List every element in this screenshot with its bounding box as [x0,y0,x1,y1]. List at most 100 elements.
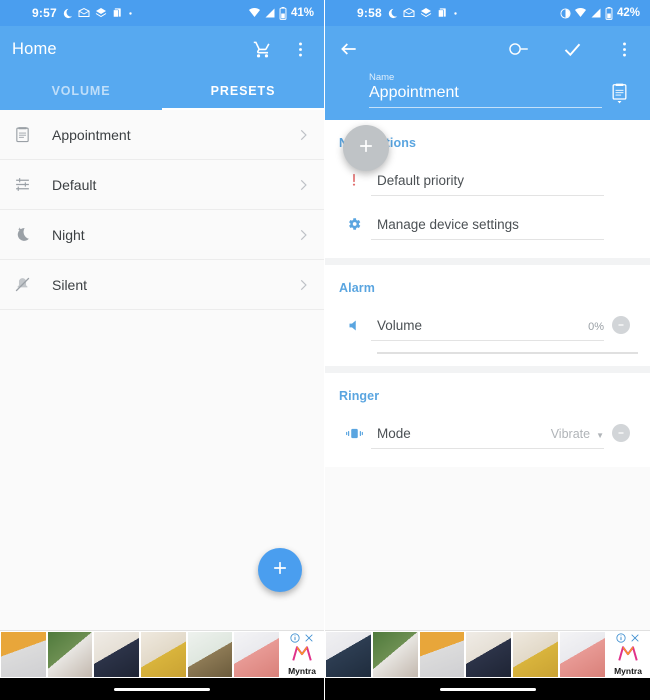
add-preset-fab[interactable] [258,548,302,592]
row-value: 0% [588,321,604,333]
row-label: Manage device settings [377,217,519,232]
right-status-bar: 9:58 42% [325,0,650,26]
row-manage-device-settings[interactable]: Manage device settings [325,202,650,246]
check-icon[interactable] [560,37,584,61]
home-pill-icon[interactable] [439,687,536,691]
row-alarm-volume[interactable]: Volume 0% [325,303,650,347]
list-item-night[interactable]: Night [0,210,324,260]
ad-image [187,632,233,677]
name-field[interactable]: Name Appointment [369,72,602,108]
ad-images [0,631,280,678]
row-ringer-mode[interactable]: Mode Vibrate ▼ [325,411,650,455]
ad-image [466,632,512,677]
back-arrow-icon[interactable] [337,37,361,61]
editor-sections: Notifications Default priority Mana [325,120,650,467]
status-bar-right: 42% [560,6,640,20]
close-icon[interactable] [304,633,314,645]
clipboard-dropdown-icon[interactable] [602,83,636,108]
add-rule-fab[interactable] [343,125,389,171]
plus-icon [270,558,290,583]
moon-icon [387,8,398,19]
ad-controls[interactable] [290,633,314,645]
remove-alarm-volume-button[interactable] [604,316,638,334]
ad-controls[interactable] [616,633,640,645]
ad-brand-name: Myntra [288,666,316,676]
left-status-bar: 9:57 41% [0,0,324,26]
left-nav-bar [0,678,324,700]
screenshot-root: 9:57 41% Home VOLUME PRESETS Appointment… [0,0,650,700]
volume-icon [337,318,371,333]
row-value[interactable]: Vibrate [551,427,590,441]
ad-image [47,632,93,677]
minus-icon[interactable] [612,316,630,334]
chevron-right-icon [296,278,310,292]
name-field-caption: Name [369,72,395,83]
list-item-default[interactable]: Default [0,160,324,210]
copy-icon [437,7,448,19]
right-app-bar: Name Appointment [325,26,650,120]
ad-brand[interactable]: Myntra [280,631,324,678]
ad-image [513,632,559,677]
status-bar-left: 9:57 [10,6,133,20]
battery-icon [605,6,613,20]
row-body: Volume 0% [371,309,604,341]
vibrate-icon [337,426,371,441]
row-label: Volume [377,318,423,333]
dot-icon [128,11,133,16]
row-body: Manage device settings [371,208,604,240]
list-item-appointment[interactable]: Appointment [0,110,324,160]
ad-images [325,631,606,678]
tab-bar: VOLUME PRESETS [0,72,324,110]
myntra-logo-icon [292,645,312,665]
status-bar-clock: 9:58 [357,6,382,20]
ad-image [372,632,418,677]
name-field-value[interactable]: Appointment [369,84,602,108]
list-item-silent[interactable]: Silent [0,260,324,310]
remove-ringer-mode-button[interactable] [604,424,638,442]
section-title: Alarm [339,281,375,295]
row-body: Default priority [371,164,604,196]
right-nav-bar [325,678,650,700]
status-bar-clock: 9:57 [32,6,57,20]
home-pill-icon[interactable] [114,687,210,691]
battery-percent: 42% [616,7,640,19]
ad-brand[interactable]: Myntra [606,631,650,678]
ad-image [141,632,186,677]
signal-icon [264,7,276,19]
priority-icon [337,172,371,188]
copy-icon [112,7,123,19]
status-bar-right: 41% [248,6,314,20]
contrast-icon [560,7,571,19]
ad-image [234,632,280,677]
list-item-label: Default [52,176,97,193]
close-icon[interactable] [630,633,640,645]
info-icon[interactable] [616,633,626,645]
ad-brand-name: Myntra [614,666,642,676]
info-icon[interactable] [290,633,300,645]
ad-image [326,632,371,677]
mail-icon [78,7,90,19]
chevron-down-icon[interactable]: ▼ [596,431,604,440]
battery-icon [279,6,287,20]
left-app-bar: Home VOLUME PRESETS [0,26,324,110]
tab-volume[interactable]: VOLUME [0,72,162,110]
list-item-label: Silent [52,276,88,293]
right-screen: 9:58 42% Name Appointment Default priori… [325,0,650,700]
right-ad-banner[interactable]: Myntra [325,630,650,678]
layers-icon [95,7,107,19]
alarm-volume-slider[interactable] [377,352,638,354]
list-item-label: Night [52,226,85,243]
moon-icon [14,226,44,243]
toggle-switch-icon[interactable] [508,37,532,61]
left-ad-banner[interactable]: Myntra [0,630,324,678]
minus-icon[interactable] [612,424,630,442]
section-alarm: Alarm Volume 0% [325,265,650,366]
cart-icon[interactable] [250,37,274,61]
tab-presets[interactable]: PRESETS [162,72,324,110]
overflow-menu-icon[interactable] [612,37,636,61]
overflow-menu-icon[interactable] [288,37,312,61]
left-screen: 9:57 41% Home VOLUME PRESETS Appointment… [0,0,325,700]
signal-icon [590,7,602,19]
chevron-right-icon [296,228,310,242]
status-bar-left: 9:58 [335,6,458,20]
